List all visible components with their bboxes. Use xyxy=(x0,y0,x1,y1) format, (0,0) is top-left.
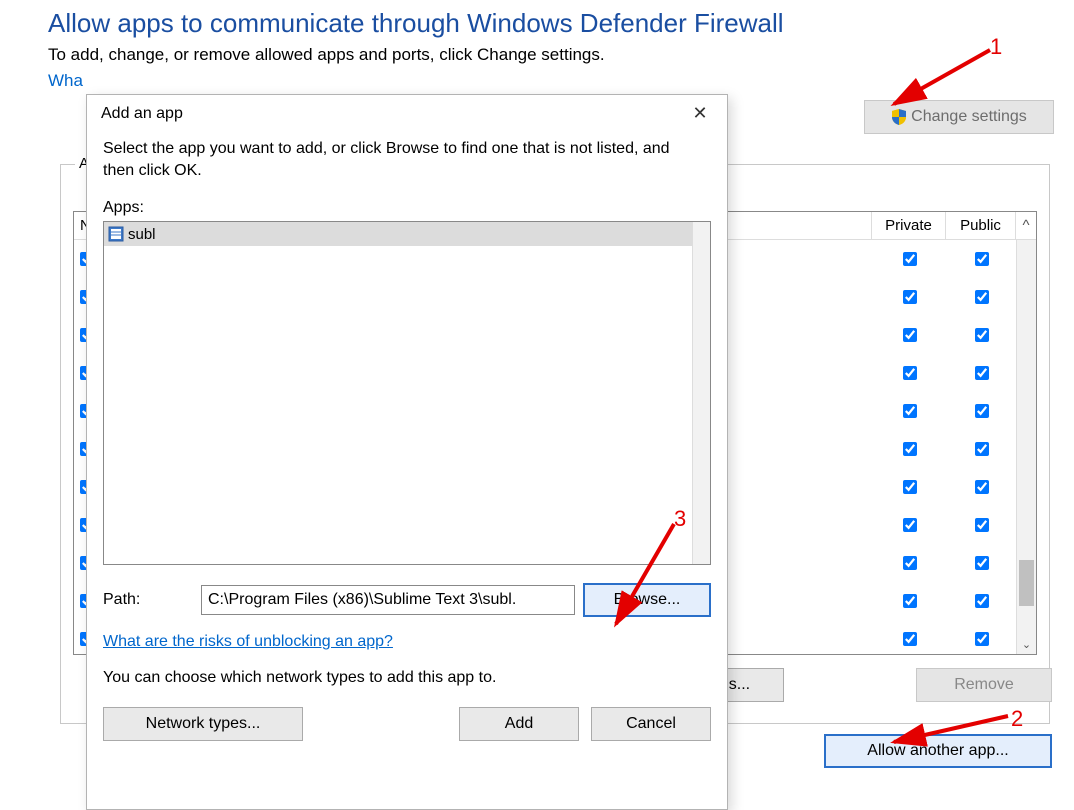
row-private-checkbox[interactable] xyxy=(903,556,917,570)
change-settings-button[interactable]: Change settings xyxy=(864,100,1054,134)
row-private-checkbox[interactable] xyxy=(903,594,917,608)
row-private-checkbox[interactable] xyxy=(903,632,917,646)
apps-scrollbar[interactable] xyxy=(692,222,710,564)
row-private-checkbox[interactable] xyxy=(903,404,917,418)
row-public-checkbox[interactable] xyxy=(975,632,989,646)
choose-network-text: You can choose which network types to ad… xyxy=(103,669,711,687)
page-title: Allow apps to communicate through Window… xyxy=(48,8,1074,39)
row-public-checkbox[interactable] xyxy=(975,518,989,532)
row-public-checkbox[interactable] xyxy=(975,404,989,418)
apps-list-item-label: subl xyxy=(128,226,156,243)
row-private-checkbox[interactable] xyxy=(903,442,917,456)
row-private-checkbox[interactable] xyxy=(903,480,917,494)
unblock-risks-link[interactable]: What are the risks of unblocking an app? xyxy=(103,633,393,651)
apps-list-item[interactable]: subl xyxy=(104,222,710,246)
page-subtitle: To add, change, or remove allowed apps a… xyxy=(48,45,1074,65)
apps-label: Apps: xyxy=(103,199,711,217)
row-public-checkbox[interactable] xyxy=(975,594,989,608)
annotation-number-3: 3 xyxy=(674,506,686,532)
row-public-checkbox[interactable] xyxy=(975,556,989,570)
col-header-private[interactable]: Private xyxy=(872,212,946,239)
dialog-title: Add an app xyxy=(101,105,683,123)
annotation-number-2: 2 xyxy=(1011,706,1023,732)
remove-button: Remove xyxy=(916,668,1052,702)
row-public-checkbox[interactable] xyxy=(975,442,989,456)
dialog-instruction: Select the app you want to add, or click… xyxy=(103,138,711,181)
allow-another-app-button[interactable]: Allow another app... xyxy=(824,734,1052,768)
row-public-checkbox[interactable] xyxy=(975,366,989,380)
row-private-checkbox[interactable] xyxy=(903,328,917,342)
apps-listbox[interactable]: subl xyxy=(103,221,711,565)
scrollbar-thumb[interactable] xyxy=(1019,560,1034,606)
row-private-checkbox[interactable] xyxy=(903,518,917,532)
network-types-button[interactable]: Network types... xyxy=(103,707,303,741)
col-header-public[interactable]: Public xyxy=(946,212,1016,239)
path-input[interactable]: C:\Program Files (x86)\Sublime Text 3\su… xyxy=(201,585,575,615)
row-public-checkbox[interactable] xyxy=(975,252,989,266)
annotation-number-1: 1 xyxy=(990,34,1002,60)
row-public-checkbox[interactable] xyxy=(975,480,989,494)
risks-link-top[interactable]: Wha xyxy=(48,71,83,90)
browse-button[interactable]: Browse... xyxy=(583,583,711,617)
row-public-checkbox[interactable] xyxy=(975,290,989,304)
change-settings-label: Change settings xyxy=(911,108,1027,126)
path-label: Path: xyxy=(103,591,193,609)
row-public-checkbox[interactable] xyxy=(975,328,989,342)
add-an-app-dialog: Add an app ✕ Select the app you want to … xyxy=(86,94,728,810)
row-private-checkbox[interactable] xyxy=(903,366,917,380)
table-scrollbar[interactable]: ⌄ xyxy=(1016,240,1036,654)
close-icon[interactable]: ✕ xyxy=(683,103,717,124)
col-header-scroll-up[interactable]: ^ xyxy=(1016,212,1036,239)
row-private-checkbox[interactable] xyxy=(903,252,917,266)
row-private-checkbox[interactable] xyxy=(903,290,917,304)
add-button[interactable]: Add xyxy=(459,707,579,741)
app-icon xyxy=(108,226,124,242)
scrollbar-arrow-down-icon[interactable]: ⌄ xyxy=(1017,634,1036,654)
cancel-button[interactable]: Cancel xyxy=(591,707,711,741)
shield-icon xyxy=(891,109,907,125)
